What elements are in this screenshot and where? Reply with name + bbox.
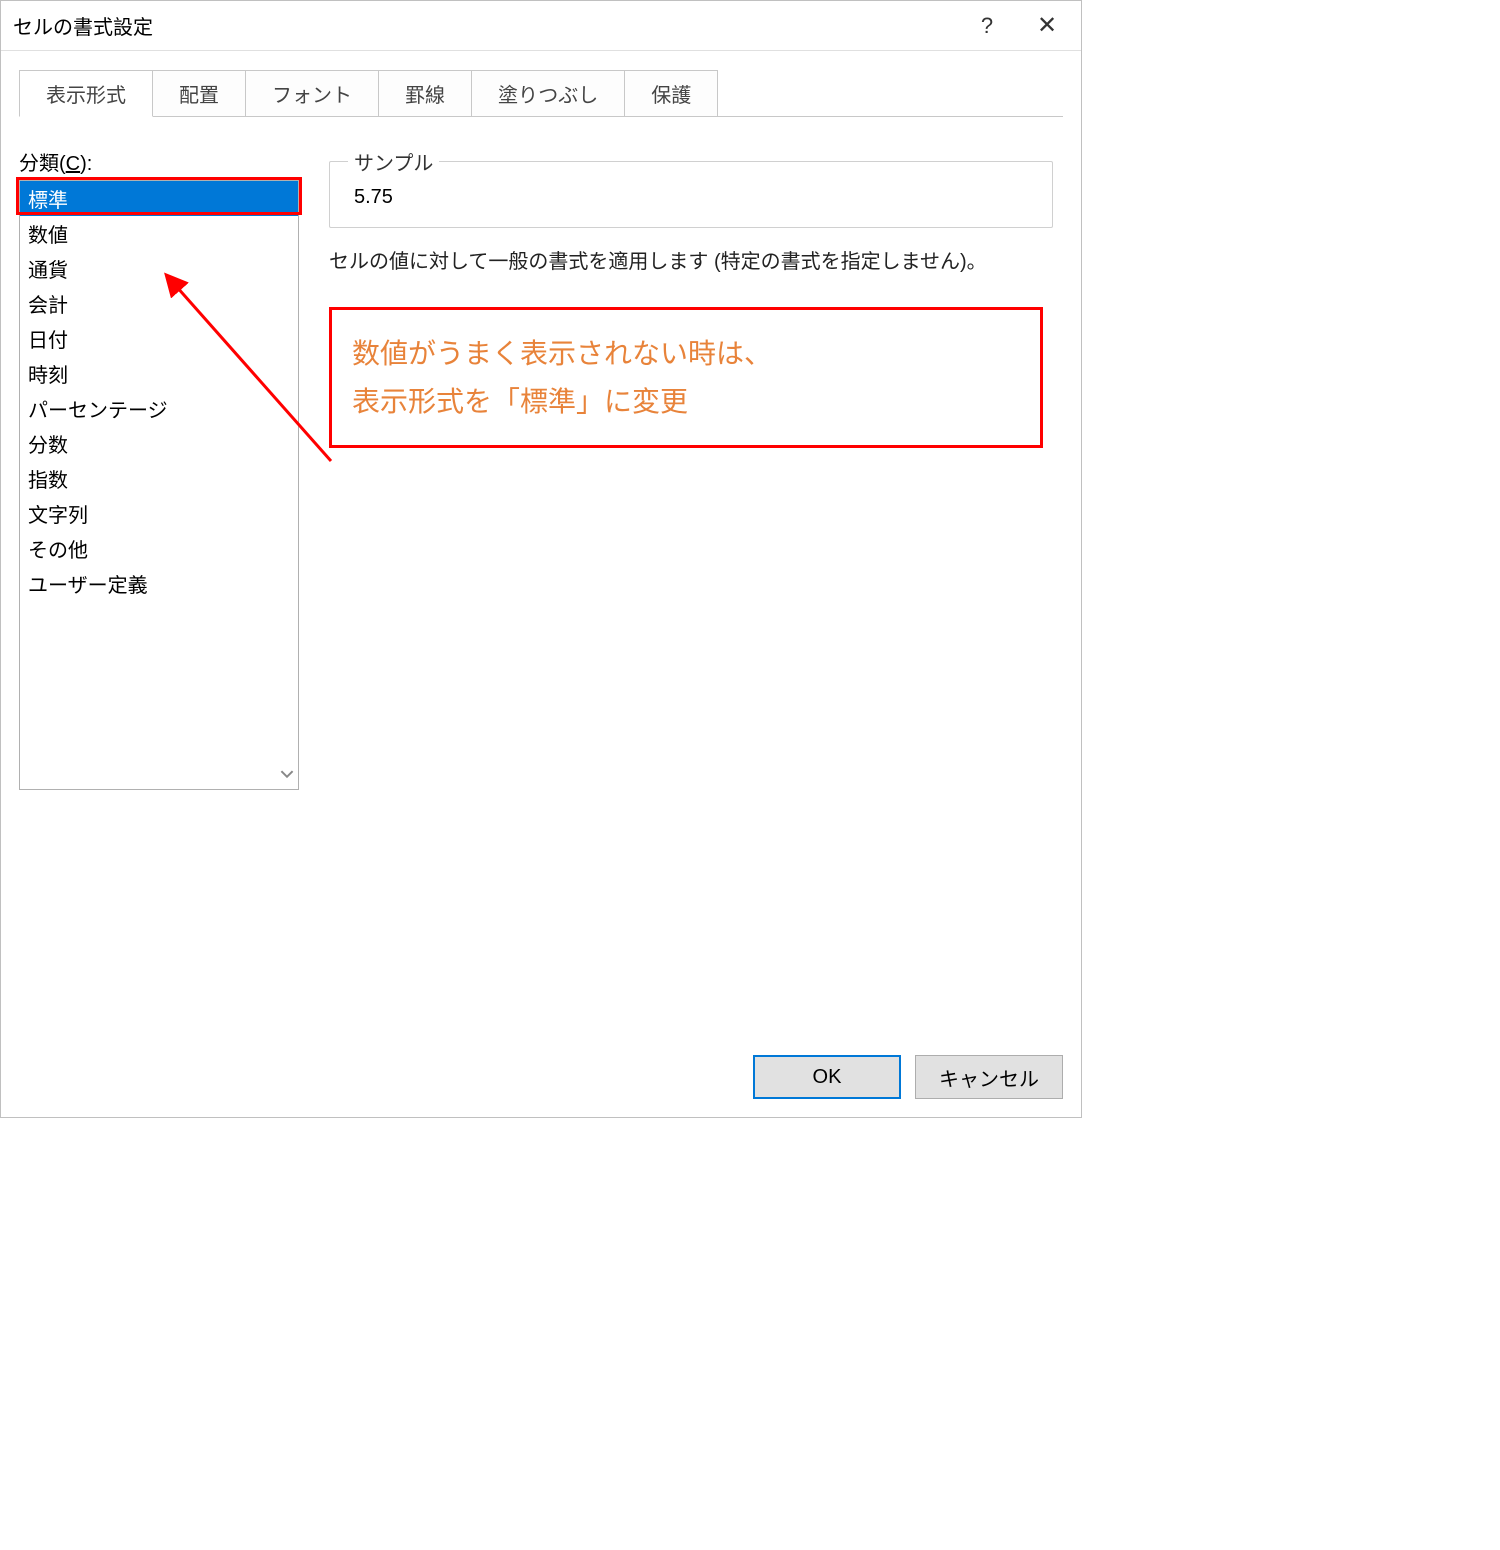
- callout-line-1: 数値がうまく表示されない時は、: [352, 330, 1020, 378]
- cancel-button[interactable]: キャンセル: [915, 1055, 1063, 1099]
- help-icon: ?: [981, 13, 993, 39]
- category-column: 分類(C): 標準 数値 通貨 会計 日付 時刻 パーセンテージ 分数 指数 文: [19, 147, 299, 1041]
- category-listbox-wrap: 標準 数値 通貨 会計 日付 時刻 パーセンテージ 分数 指数 文字列 その他 …: [19, 180, 299, 790]
- tab-fill[interactable]: 塗りつぶし: [472, 70, 625, 117]
- list-item-accounting[interactable]: 会計: [20, 286, 298, 321]
- ok-button[interactable]: OK: [753, 1055, 901, 1099]
- tab-strip: 表示形式 配置 フォント 罫線 塗りつぶし 保護: [19, 69, 1063, 116]
- sample-group: サンプル 5.75: [329, 147, 1053, 228]
- list-item-special[interactable]: その他: [20, 531, 298, 566]
- list-item-number[interactable]: 数値: [20, 216, 298, 251]
- tab-number-format[interactable]: 表示形式: [19, 70, 153, 117]
- format-cells-dialog: セルの書式設定 ? ✕ 表示形式 配置 フォント 罫線 塗りつぶし 保護 分類(…: [0, 0, 1082, 1118]
- category-label: 分類(C):: [19, 147, 299, 176]
- sample-value: 5.75: [348, 186, 1034, 209]
- detail-column: サンプル 5.75 セルの値に対して一般の書式を適用します (特定の書式を指定し…: [329, 147, 1063, 1041]
- list-item-date[interactable]: 日付: [20, 321, 298, 356]
- annotation-callout: 数値がうまく表示されない時は、 表示形式を「標準」に変更: [329, 307, 1043, 448]
- dialog-buttons: OK キャンセル: [1, 1041, 1081, 1117]
- callout-line-2: 表示形式を「標準」に変更: [352, 378, 1020, 426]
- titlebar-controls: ? ✕: [957, 2, 1077, 50]
- list-item-standard[interactable]: 標準: [20, 181, 298, 216]
- dialog-title: セルの書式設定: [13, 11, 153, 40]
- list-item-scientific[interactable]: 指数: [20, 461, 298, 496]
- tab-panel-number-format: 分類(C): 標準 数値 通貨 会計 日付 時刻 パーセンテージ 分数 指数 文: [19, 116, 1063, 1041]
- close-icon: ✕: [1037, 11, 1057, 40]
- list-item-time[interactable]: 時刻: [20, 356, 298, 391]
- list-item-percentage[interactable]: パーセンテージ: [20, 391, 298, 426]
- category-listbox[interactable]: 標準 数値 通貨 会計 日付 時刻 パーセンテージ 分数 指数 文字列 その他 …: [19, 180, 299, 790]
- list-item-currency[interactable]: 通貨: [20, 251, 298, 286]
- close-button[interactable]: ✕: [1017, 2, 1077, 50]
- tab-alignment[interactable]: 配置: [153, 70, 246, 117]
- list-item-fraction[interactable]: 分数: [20, 426, 298, 461]
- list-item-custom[interactable]: ユーザー定義: [20, 566, 298, 601]
- tab-border[interactable]: 罫線: [379, 70, 472, 117]
- sample-legend: サンプル: [348, 147, 439, 176]
- tab-protection[interactable]: 保護: [625, 70, 718, 117]
- list-item-text[interactable]: 文字列: [20, 496, 298, 531]
- content-area: 表示形式 配置 フォント 罫線 塗りつぶし 保護 分類(C): 標準 数値 通貨…: [1, 51, 1081, 1041]
- format-description: セルの値に対して一般の書式を適用します (特定の書式を指定しません)。: [329, 246, 1053, 279]
- titlebar: セルの書式設定 ? ✕: [1, 1, 1081, 51]
- help-button[interactable]: ?: [957, 2, 1017, 50]
- tab-font[interactable]: フォント: [246, 70, 379, 117]
